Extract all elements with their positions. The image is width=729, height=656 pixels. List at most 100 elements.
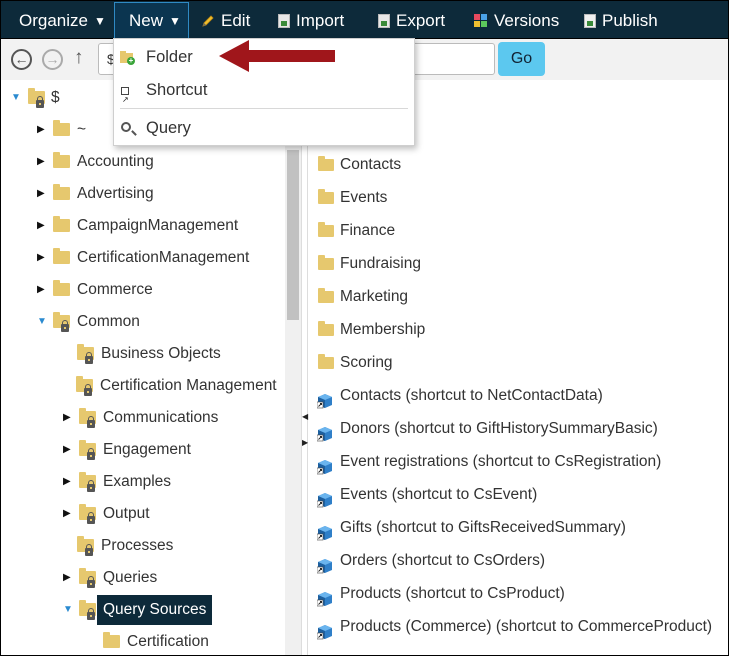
menu-item-label: Query bbox=[146, 119, 191, 137]
tree-scrollbar-thumb[interactable] bbox=[287, 150, 299, 320]
tree-item-label: ~ bbox=[77, 121, 87, 138]
shortcut-cube-icon bbox=[316, 421, 333, 442]
tree-item[interactable]: Certification Management bbox=[1, 371, 286, 401]
lock-icon bbox=[36, 96, 44, 108]
list-item[interactable]: Membership bbox=[308, 313, 718, 346]
edit-button[interactable]: Edit bbox=[201, 1, 250, 40]
tree-item[interactable]: ▶ Engagement bbox=[1, 435, 286, 465]
go-button[interactable]: Go bbox=[498, 42, 545, 76]
collapsed-triangle-icon[interactable]: ▶ bbox=[63, 403, 73, 433]
tree-item[interactable]: ▶ Advertising bbox=[1, 179, 281, 209]
tree-item[interactable]: ▼ Common bbox=[1, 307, 281, 337]
list-item-label: Donors (shortcut to GiftHistorySummaryBa… bbox=[340, 420, 658, 437]
list-item[interactable]: Event registrations (shortcut to CsRegis… bbox=[308, 445, 723, 478]
tree-item-label: Certification Management bbox=[100, 377, 277, 394]
organize-label: Organize bbox=[19, 11, 88, 30]
tree-item-label: Processes bbox=[101, 537, 174, 554]
tree-item-label: $ bbox=[51, 89, 60, 106]
folder-icon bbox=[318, 156, 334, 171]
list-item[interactable]: Gifts (shortcut to GiftsReceivedSummary) bbox=[308, 511, 723, 544]
import-label: Import bbox=[296, 11, 345, 30]
annotation-arrow-icon bbox=[219, 40, 335, 72]
collapsed-triangle-icon[interactable]: ▶ bbox=[37, 115, 47, 145]
collapsed-triangle-icon[interactable]: ▶ bbox=[37, 243, 47, 273]
up-arrow-icon[interactable]: ↑ bbox=[74, 47, 84, 69]
expanded-triangle-icon[interactable]: ▼ bbox=[11, 83, 21, 113]
tree-item-selected[interactable]: ▼ Query Sources bbox=[1, 595, 286, 625]
lock-icon bbox=[61, 320, 69, 332]
list-item[interactable]: Orders (shortcut to CsOrders) bbox=[308, 544, 723, 577]
magnifier-icon bbox=[120, 122, 136, 135]
folder-icon bbox=[53, 280, 70, 296]
collapsed-triangle-icon[interactable]: ▶ bbox=[37, 147, 47, 177]
shortcut-icon bbox=[120, 84, 136, 116]
list-item[interactable]: Products (shortcut to CsProduct) bbox=[308, 577, 723, 610]
list-item-label: Products (shortcut to CsProduct) bbox=[340, 585, 565, 602]
list-item[interactable]: Events (shortcut to CsEvent) bbox=[308, 478, 723, 511]
edit-label: Edit bbox=[221, 11, 251, 30]
back-arrow-icon[interactable]: ← bbox=[11, 49, 32, 70]
tree-item-label: CampaignManagement bbox=[77, 217, 239, 234]
menu-separator bbox=[120, 108, 408, 109]
expanded-triangle-icon[interactable]: ▼ bbox=[63, 595, 73, 625]
tree-item[interactable]: ▶ Output bbox=[1, 499, 286, 529]
menu-item-shortcut[interactable]: Shortcut bbox=[114, 74, 414, 116]
tree-item[interactable]: ▶ CampaignManagement bbox=[1, 211, 281, 241]
publish-icon bbox=[584, 14, 596, 28]
organize-menu-button[interactable]: Organize ▼ bbox=[19, 1, 106, 40]
shortcut-cube-icon bbox=[316, 586, 333, 607]
tree-item[interactable]: ▶ Examples bbox=[1, 467, 286, 497]
collapsed-triangle-icon[interactable]: ▶ bbox=[37, 179, 47, 209]
list-item[interactable]: Contacts (shortcut to NetContactData) bbox=[308, 379, 723, 412]
tree-item[interactable]: ▶ Accounting bbox=[1, 147, 281, 177]
tree-item-label: Certification bbox=[127, 633, 209, 650]
folder-icon bbox=[53, 120, 70, 136]
export-button[interactable]: Export bbox=[378, 1, 445, 40]
list-item[interactable]: Donors (shortcut to GiftHistorySummaryBa… bbox=[308, 412, 723, 445]
list-item[interactable]: Events bbox=[308, 181, 718, 214]
collapsed-triangle-icon[interactable]: ▶ bbox=[63, 563, 73, 593]
expanded-triangle-icon[interactable]: ▼ bbox=[37, 307, 47, 337]
collapsed-triangle-icon[interactable]: ▶ bbox=[37, 211, 47, 241]
pane-splitter[interactable] bbox=[301, 80, 308, 656]
tree-item[interactable]: Processes bbox=[1, 531, 286, 561]
list-item[interactable]: Contacts bbox=[308, 148, 718, 181]
import-button[interactable]: Import bbox=[278, 1, 344, 40]
collapsed-triangle-icon[interactable]: ▶ bbox=[63, 499, 73, 529]
list-item-label: Gifts (shortcut to GiftsReceivedSummary) bbox=[340, 519, 626, 536]
folder-icon bbox=[318, 255, 334, 270]
collapsed-triangle-icon[interactable]: ▶ bbox=[63, 467, 73, 497]
tree-item[interactable]: Certification bbox=[1, 627, 286, 656]
lock-icon bbox=[87, 416, 95, 428]
tree-item[interactable]: ▶ Communications bbox=[1, 403, 286, 433]
lock-icon bbox=[87, 608, 95, 620]
list-item[interactable]: Finance bbox=[308, 214, 718, 247]
lock-icon bbox=[84, 384, 92, 396]
shortcut-cube-icon bbox=[316, 454, 333, 475]
list-item[interactable]: Scoring bbox=[308, 346, 718, 379]
main-toolbar: Organize ▼ New ▼ Edit Import Export Versio… bbox=[0, 0, 729, 39]
menu-item-label: Shortcut bbox=[146, 81, 208, 99]
versions-button[interactable]: Versions bbox=[474, 1, 559, 40]
tree-item[interactable]: ▶ Queries bbox=[1, 563, 286, 593]
menu-item-query[interactable]: Query bbox=[114, 112, 414, 144]
tree-item[interactable]: ▶ Commerce bbox=[1, 275, 281, 305]
export-label: Export bbox=[396, 11, 446, 30]
collapsed-triangle-icon[interactable]: ▶ bbox=[63, 435, 73, 465]
list-item[interactable]: Marketing bbox=[308, 280, 718, 313]
list-item[interactable]: Fundraising bbox=[308, 247, 718, 280]
collapsed-triangle-icon[interactable]: ▶ bbox=[37, 275, 47, 305]
new-menu-button[interactable]: New ▼ bbox=[114, 2, 189, 39]
list-item[interactable]: Products (Commerce) (shortcut to Commerc… bbox=[308, 610, 723, 643]
folder-icon bbox=[318, 222, 334, 237]
chevron-down-icon: ▼ bbox=[169, 14, 181, 28]
tree-item[interactable]: ▶ CertificationManagement bbox=[1, 243, 281, 273]
tree-item-label: Business Objects bbox=[101, 345, 221, 362]
tree-item[interactable]: Business Objects bbox=[1, 339, 286, 369]
forward-arrow-icon[interactable]: → bbox=[42, 49, 63, 70]
folder-icon bbox=[53, 152, 70, 168]
list-item-label: Events bbox=[340, 189, 388, 206]
publish-button[interactable]: Publish bbox=[584, 1, 658, 40]
list-item-label: Scoring bbox=[340, 354, 393, 371]
tree-item-label: Commerce bbox=[77, 281, 153, 298]
